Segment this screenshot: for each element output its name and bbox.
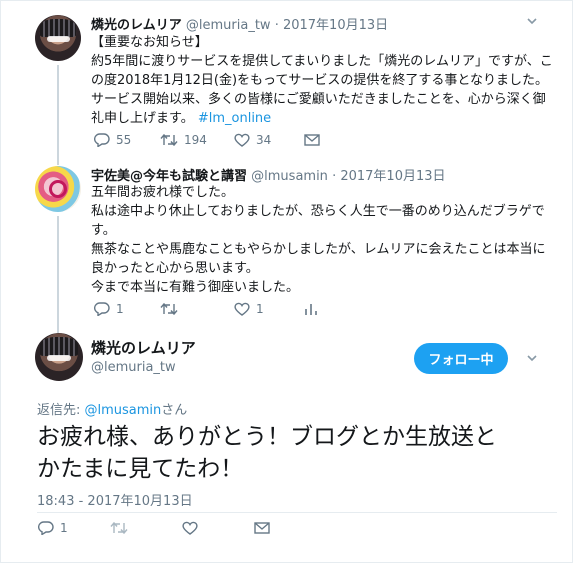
tweet-header: 燐光のレムリア @lemuria_tw · 2017年10月13日 xyxy=(91,14,388,33)
user-handle[interactable]: @lmusamin xyxy=(251,169,328,184)
tweet-text-line: 良かったと心から思います。 xyxy=(91,261,259,276)
tweet-text-line: 私は途中より休止しておりましたが、恐らく人生で一番のめり込んだブラゲで xyxy=(91,204,545,219)
tweet-text-line: 無茶なことや馬鹿なこともやらかしましたが、レムリアに会えたことは本当に xyxy=(91,242,546,257)
tweet-text-line: す。 xyxy=(91,223,116,238)
reply-count: 55 xyxy=(116,133,132,147)
thread-line xyxy=(57,65,59,165)
tweet-text: 【重要なお知らせ】 約5年間に渡りサービスを提供してまいりました「燐光のレムリア… xyxy=(91,33,561,128)
tweet-text: 五年間お疲れ様でした。 私は途中より休止しておりましたが、恐らく人生で一番のめり… xyxy=(91,183,561,297)
dm-button[interactable] xyxy=(304,134,320,146)
divider xyxy=(37,512,557,513)
reply-count: 1 xyxy=(116,302,124,316)
like-button[interactable]: 34 xyxy=(234,133,304,147)
reply-suffix: さん xyxy=(161,403,188,418)
user-handle[interactable]: @lemuria_tw xyxy=(186,18,271,33)
follow-button[interactable]: フォロー中 xyxy=(414,343,508,374)
tweet-text-line: かたまに見てたわ！ xyxy=(37,456,244,482)
tweet-text-line: お疲れ様、ありがとう！ブログとか生放送と xyxy=(37,424,497,450)
tweet-actions: 1 1 xyxy=(94,302,318,316)
reply-button[interactable]: 55 xyxy=(94,133,160,147)
tweet-timestamp[interactable]: 18:43 - 2017年10月13日 xyxy=(37,490,193,509)
dm-icon xyxy=(304,134,320,146)
analytics-icon xyxy=(305,304,317,315)
retweet-icon xyxy=(160,133,178,147)
retweet-button[interactable]: 194 xyxy=(160,133,234,147)
reply-context: 返信先: @lmusaminさん xyxy=(37,399,187,418)
reply-handle-link[interactable]: @lmusamin xyxy=(85,403,162,418)
retweet-button[interactable] xyxy=(110,521,182,535)
analytics-button[interactable] xyxy=(304,302,318,316)
tweet-text: お疲れ様、ありがとう！ブログとか生放送と かたまに見てたわ！ xyxy=(37,421,557,485)
display-name[interactable]: 燐光のレムリア xyxy=(91,337,196,358)
tweet-date[interactable]: · 2017年10月13日 xyxy=(275,18,388,33)
like-count: 34 xyxy=(256,133,272,147)
tweet-text-line: 【重要なお知らせ】 xyxy=(91,35,208,50)
like-icon xyxy=(234,302,250,316)
dm-icon xyxy=(254,522,270,534)
retweet-count: 194 xyxy=(184,133,207,147)
tweet-text-line: 五年間お疲れ様でした。 xyxy=(91,185,235,200)
chevron-down-icon[interactable] xyxy=(527,16,537,26)
reply-icon xyxy=(94,133,110,147)
display-name[interactable]: 宇佐美@今年も試験と講習 xyxy=(91,169,247,184)
tweet-text-line: 約5年間に渡りサービスを提供してまいりました「燐光のレムリア」ですが、こ xyxy=(91,54,553,69)
reply-icon xyxy=(38,521,54,535)
tweet-text-line: サービス開始以来、多くの皆様にご愛顧いただきましたことを、心から深く御 xyxy=(91,92,546,107)
like-button[interactable]: 1 xyxy=(234,302,304,316)
like-button[interactable] xyxy=(182,521,254,535)
dm-button[interactable] xyxy=(254,522,270,534)
avatar[interactable] xyxy=(35,166,81,212)
tweet-actions: 1 xyxy=(38,521,270,535)
reply-prefix: 返信先: xyxy=(37,403,85,418)
reply-button[interactable]: 1 xyxy=(38,521,110,535)
tweet-text-line: 礼申し上げます。 xyxy=(91,111,194,126)
like-icon xyxy=(234,133,250,147)
reply-icon xyxy=(94,302,110,316)
retweet-icon xyxy=(110,521,128,535)
tweet-actions: 55 194 34 xyxy=(94,133,320,147)
avatar[interactable] xyxy=(35,15,81,61)
display-name[interactable]: 燐光のレムリア xyxy=(91,18,182,33)
like-icon xyxy=(182,521,198,535)
tweet-text-line: 今まで本当に有難う御座いました。 xyxy=(91,280,300,295)
user-handle[interactable]: @lemuria_tw xyxy=(91,360,176,375)
reply-button[interactable]: 1 xyxy=(94,302,160,316)
thread-line xyxy=(57,216,59,336)
tweet-text-line: の度2018年1月12日(金)をもってサービスの提供を終了する事となりました。 xyxy=(91,73,549,88)
like-count: 1 xyxy=(256,302,264,316)
retweet-icon xyxy=(160,302,178,316)
hashtag-link[interactable]: #lm_online xyxy=(198,111,271,126)
tweet-header: 宇佐美@今年も試験と講習 @lmusamin · 2017年10月13日 xyxy=(91,165,446,184)
avatar[interactable] xyxy=(35,333,83,381)
chevron-down-icon[interactable] xyxy=(527,353,537,363)
reply-count: 1 xyxy=(60,521,68,535)
tweet-date[interactable]: · 2017年10月13日 xyxy=(332,169,445,184)
retweet-button[interactable] xyxy=(160,302,234,316)
